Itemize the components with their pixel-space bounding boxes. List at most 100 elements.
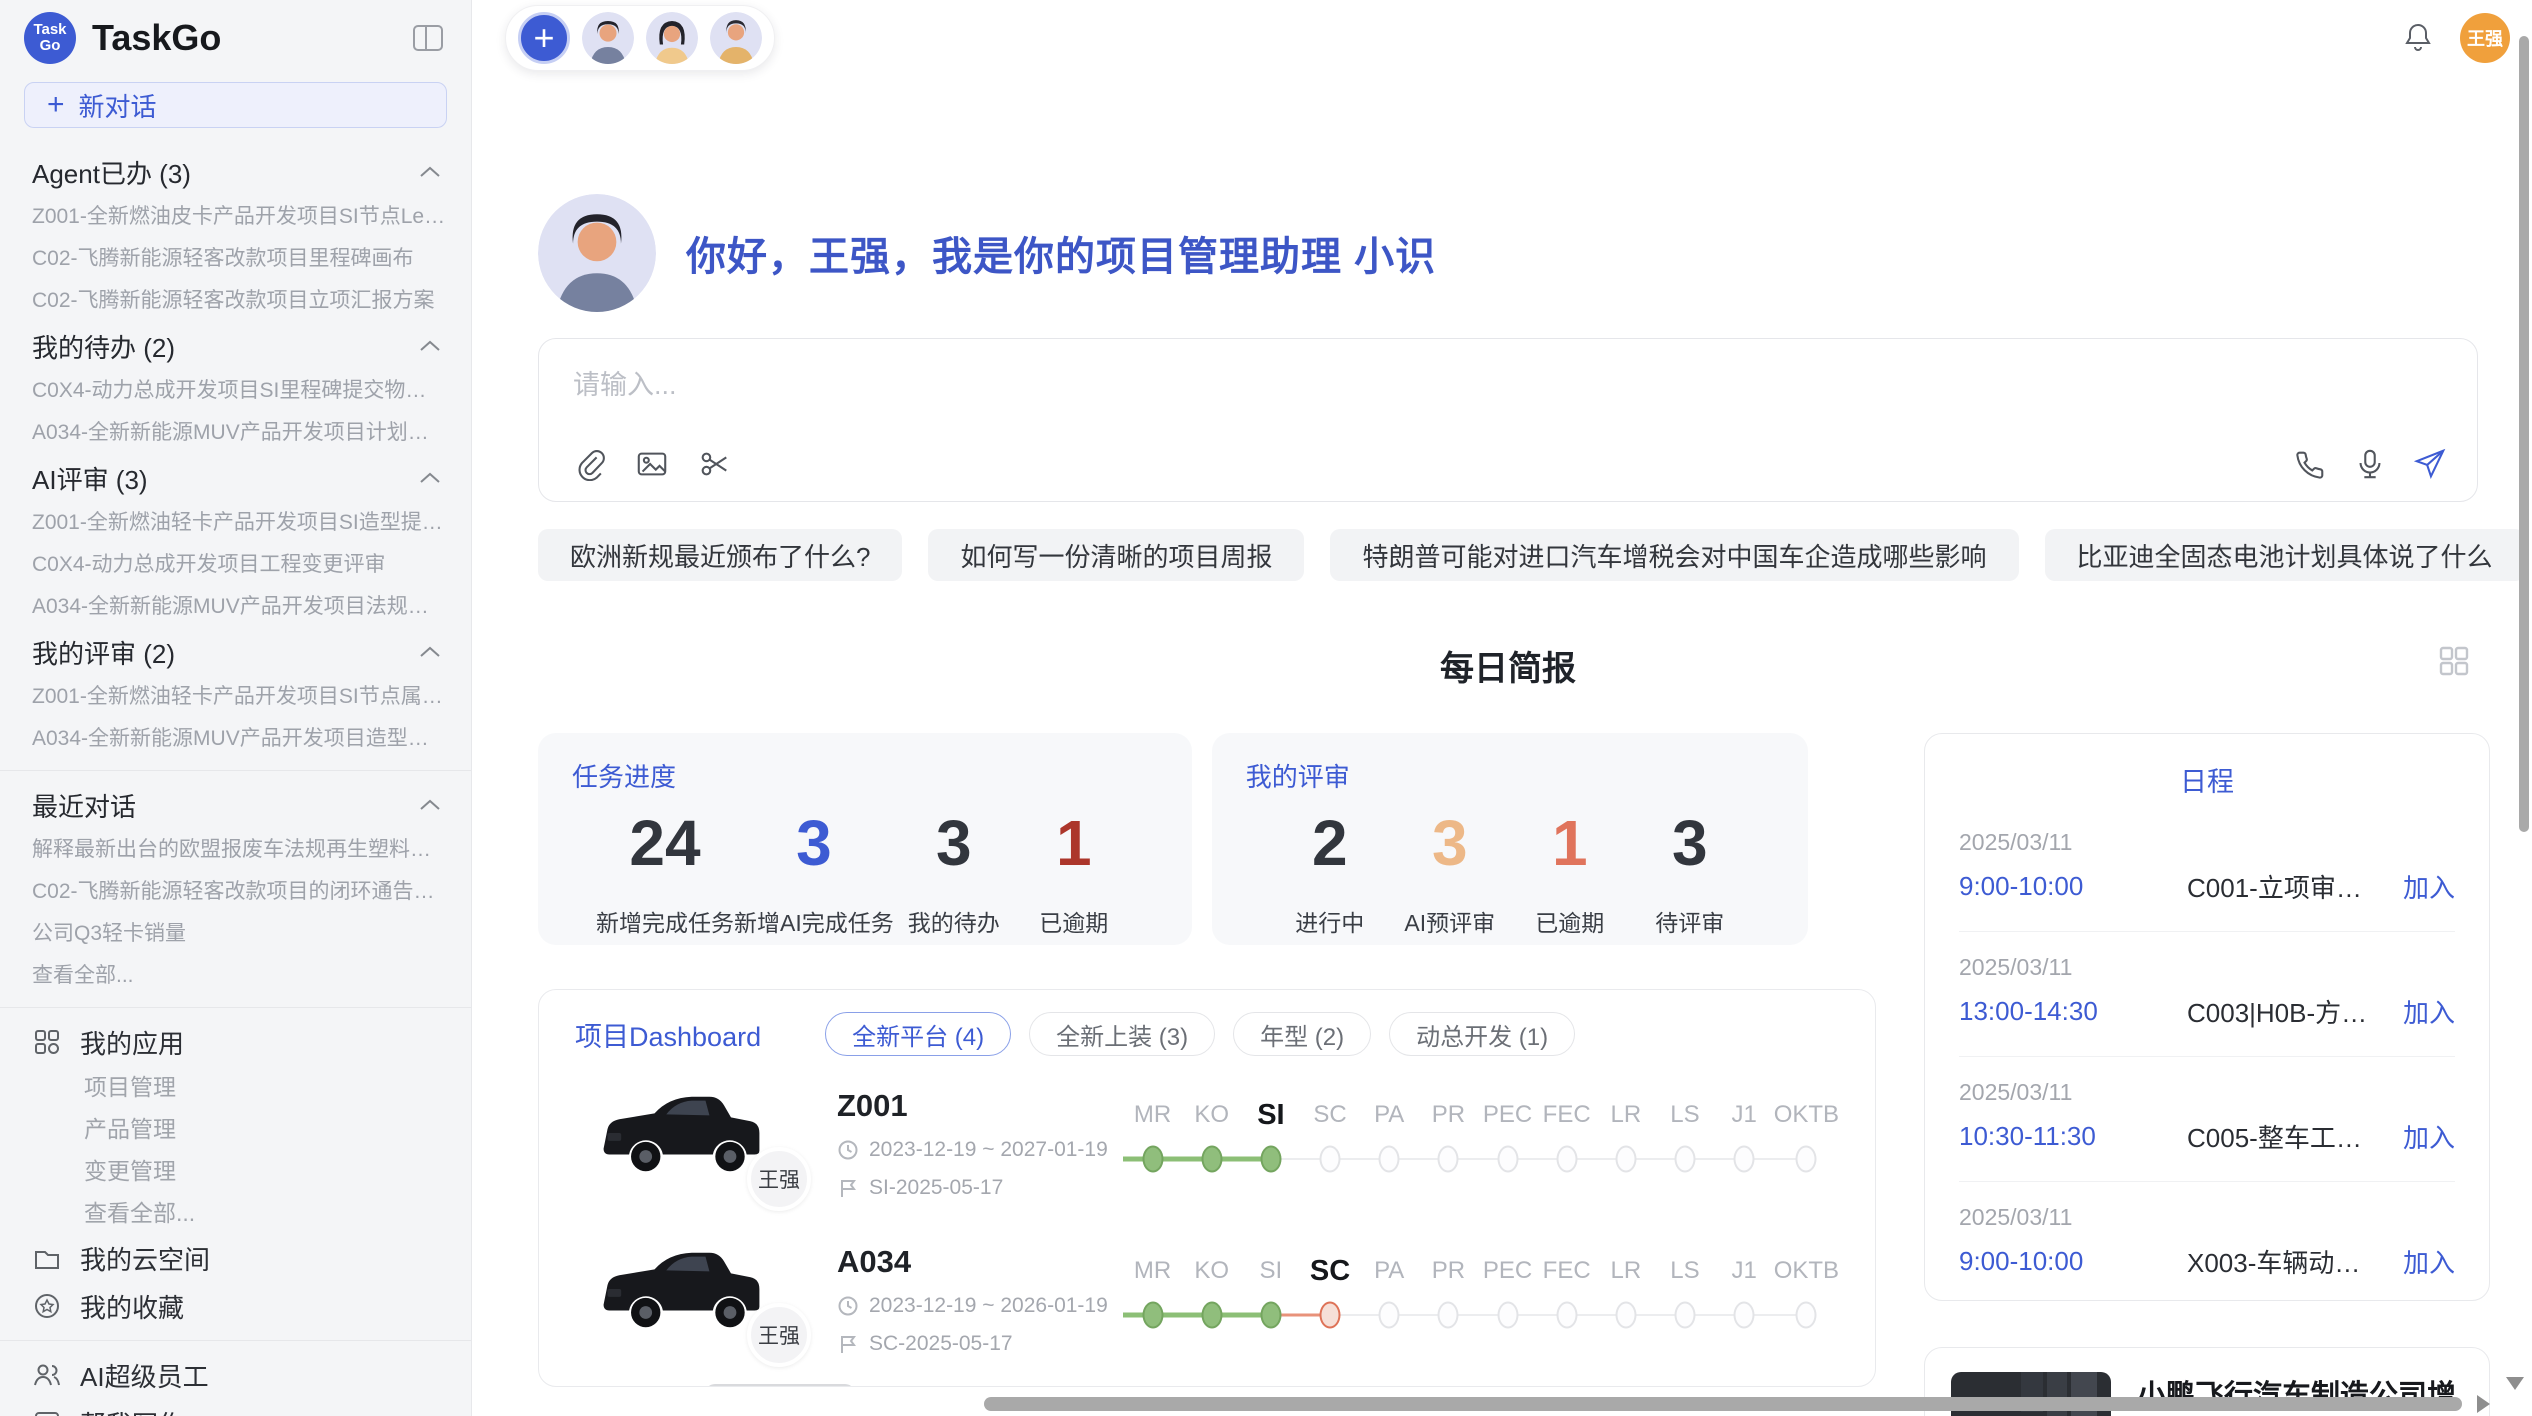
- milestone-dot: [1142, 1302, 1163, 1329]
- sidebar-conversation-item[interactable]: C0X4-动力总成开发项目SI里程碑提交物检查: [0, 370, 471, 412]
- project-row[interactable]: 王强 A034 2023-12-19 ~ 2026-01-19: [575, 1240, 1839, 1358]
- attachment-icon[interactable]: [573, 447, 607, 481]
- stat-label: 我的待办: [894, 904, 1014, 938]
- app-shortcut-item[interactable]: 查看全部...: [0, 1192, 471, 1234]
- ai-super-staff-label: AI超级员工: [80, 1357, 209, 1394]
- suggestion-chip[interactable]: 特朗普可能对进口汽车增税会对中国车企造成哪些影响: [1330, 529, 2018, 581]
- milestone-stage: KO: [1182, 1092, 1241, 1180]
- vertical-scrollbar[interactable]: [2519, 36, 2529, 832]
- sidebar-conversation-item[interactable]: Z001-全新燃油皮卡产品开发项目SI节点Lesson Learn报告: [0, 196, 471, 238]
- chevron-up-icon: [419, 798, 441, 812]
- sidebar-conversation-item[interactable]: A034-全新新能源MUV产品开发项目计划变更表编写: [0, 412, 471, 454]
- stat-value: 1: [1014, 804, 1134, 882]
- agent-avatar-3[interactable]: [710, 12, 762, 64]
- app-shortcut-item[interactable]: 项目管理: [0, 1066, 471, 1108]
- sidebar-item-cloud-space[interactable]: 我的云空间: [0, 1234, 471, 1282]
- composer-left-icons: [573, 447, 731, 481]
- microphone-icon[interactable]: [2353, 447, 2387, 481]
- phone-icon[interactable]: [2293, 447, 2327, 481]
- stat-value: 1: [1510, 804, 1630, 882]
- milestone-dot: [1201, 1146, 1222, 1173]
- layout-grid-icon[interactable]: [2436, 643, 2472, 679]
- user-avatar[interactable]: 王强: [2460, 13, 2510, 63]
- send-icon[interactable]: [2413, 447, 2447, 481]
- dashboard-tab[interactable]: 全新平台 (4): [825, 1012, 1011, 1056]
- recent-conversation-item[interactable]: 解释最新出台的欧盟报废车法规再生塑料比例被调至15%...: [0, 829, 471, 871]
- briefing-header: 每日简报: [538, 641, 2478, 687]
- sidebar-item-my-apps[interactable]: 我的应用: [0, 1018, 471, 1066]
- app-shortcut-item[interactable]: 产品管理: [0, 1108, 471, 1150]
- sidebar-section-header[interactable]: 我的评审 (2): [0, 628, 471, 676]
- join-link[interactable]: 加入: [2403, 993, 2455, 1030]
- project-dashboard-card: 项目Dashboard 全新平台 (4) 全新上装 (3) 年型 (2) 动总开…: [538, 989, 1876, 1387]
- section-title: 最近对话: [32, 787, 136, 824]
- clock-icon: [837, 1139, 859, 1161]
- agent-avatar-1[interactable]: [582, 12, 634, 64]
- logo-text-top: Task: [33, 22, 66, 38]
- sidebar-section-header[interactable]: AI评审 (3): [0, 454, 471, 502]
- sidebar-item-favorites[interactable]: 我的收藏: [0, 1282, 471, 1330]
- notification-bell-icon[interactable]: [2402, 21, 2434, 55]
- chat-input[interactable]: [573, 363, 2443, 427]
- sidebar-conversation-item[interactable]: Z001-全新燃油轻卡产品开发项目SI节点属性5D文件评审: [0, 676, 471, 718]
- stat: 3 新增AI完成任务: [734, 804, 894, 938]
- project-row[interactable]: 王强 Z001 2023-12-19 ~ 2027-01-19: [575, 1084, 1839, 1202]
- app-root: Task Go TaskGo + 新对话 Agent已办 (3) Z001-全新…: [0, 0, 2532, 1416]
- stat-value: 2: [1270, 804, 1390, 882]
- sidebar-conversation-item[interactable]: C0X4-动力总成开发项目工程变更评审: [0, 544, 471, 586]
- sidebar-conversation-item[interactable]: A034-全新新能源MUV产品开发项目法规符合性评审: [0, 586, 471, 628]
- add-agent-button[interactable]: +: [518, 12, 570, 64]
- dashboard-tab[interactable]: 动总开发 (1): [1389, 1012, 1575, 1056]
- recent-conversation-item[interactable]: C02-飞腾新能源轻客改款项目的闭环通告反馈情况: [0, 871, 471, 913]
- recent-conversation-item[interactable]: 查看全部...: [0, 955, 471, 997]
- milestone-label: SC: [1300, 1092, 1359, 1138]
- dashboard-tab[interactable]: 全新上装 (3): [1029, 1012, 1215, 1056]
- suggestion-chip[interactable]: 欧洲新规最近颁布了什么?: [538, 529, 902, 581]
- milestone-stage: SC: [1300, 1248, 1359, 1336]
- milestone-label: PA: [1360, 1248, 1419, 1294]
- schedule-name: C003|H0B-方案冻结评审: [2187, 993, 2385, 1030]
- sidebar-conversation-item[interactable]: C02-飞腾新能源轻客改款项目里程碑画布: [0, 238, 471, 280]
- new-chat-button[interactable]: + 新对话: [24, 82, 447, 128]
- section-title: Agent已办 (3): [32, 154, 191, 191]
- schedule-time: 9:00-10:00: [1959, 1246, 2187, 1277]
- join-link[interactable]: 加入: [2403, 1118, 2455, 1155]
- stat: 3 待评审: [1630, 804, 1750, 938]
- milestone-label: PR: [1419, 1248, 1478, 1294]
- scissors-icon[interactable]: [697, 447, 731, 481]
- join-link[interactable]: 加入: [2403, 1243, 2455, 1280]
- milestone-dot: [1260, 1302, 1281, 1329]
- stat-label: 待评审: [1630, 904, 1750, 938]
- sidebar-section-header[interactable]: 我的待办 (2): [0, 322, 471, 370]
- agent-avatar-2[interactable]: [646, 12, 698, 64]
- app-shortcut-item[interactable]: 变更管理: [0, 1150, 471, 1192]
- sidebar-section-recent[interactable]: 最近对话: [0, 781, 471, 829]
- people-icon: [32, 1360, 62, 1390]
- scroll-right-arrow[interactable]: [2477, 1395, 2490, 1413]
- sidebar-item-help-me-write[interactable]: 帮我写作: [0, 1399, 471, 1416]
- suggestion-chip[interactable]: 比亚迪全固态电池计划具体说了什么: [2045, 529, 2525, 581]
- sidebar-conversation-item[interactable]: Z001-全新燃油轻卡产品开发项目SI造型提交物评审: [0, 502, 471, 544]
- sidebar-item-ai-super-staff[interactable]: AI超级员工: [0, 1351, 471, 1399]
- collapse-sidebar-icon[interactable]: [411, 23, 445, 53]
- dashboard-tab[interactable]: 年型 (2): [1233, 1012, 1371, 1056]
- sidebar-conversation-item[interactable]: C02-飞腾新能源轻客改款项目立项汇报方案: [0, 280, 471, 322]
- project-milestone: SC-2025-05-17: [837, 1332, 1123, 1356]
- stat: 3 我的待办: [894, 804, 1014, 938]
- recent-conversation-item[interactable]: 公司Q3轻卡销量: [0, 913, 471, 955]
- scroll-down-arrow[interactable]: [2506, 1377, 2524, 1390]
- suggestion-chip[interactable]: 如何写一份清晰的项目周报: [928, 529, 1304, 581]
- milestone-stage: LS: [1655, 1248, 1714, 1336]
- image-icon[interactable]: [635, 447, 669, 481]
- stat-value: 3: [734, 804, 894, 882]
- stat-card: 任务进度 24 新增完成任务 3: [538, 733, 1192, 945]
- sidebar-conversation-item[interactable]: A034-全新新能源MUV产品开发项目造型可行性评审: [0, 718, 471, 760]
- milestone-stage: PA: [1360, 1092, 1419, 1180]
- milestone-dot: [1674, 1302, 1695, 1329]
- sidebar-section-header[interactable]: Agent已办 (3): [0, 148, 471, 196]
- project-info: A034 2023-12-19 ~ 2026-01-19 SC-2025-05-…: [837, 1240, 1123, 1356]
- join-link[interactable]: 加入: [2403, 868, 2455, 905]
- project-owner-badge: 王强: [747, 1303, 811, 1367]
- project-milestone: SI-2025-05-17: [837, 1176, 1123, 1200]
- horizontal-scrollbar[interactable]: [984, 1397, 2462, 1411]
